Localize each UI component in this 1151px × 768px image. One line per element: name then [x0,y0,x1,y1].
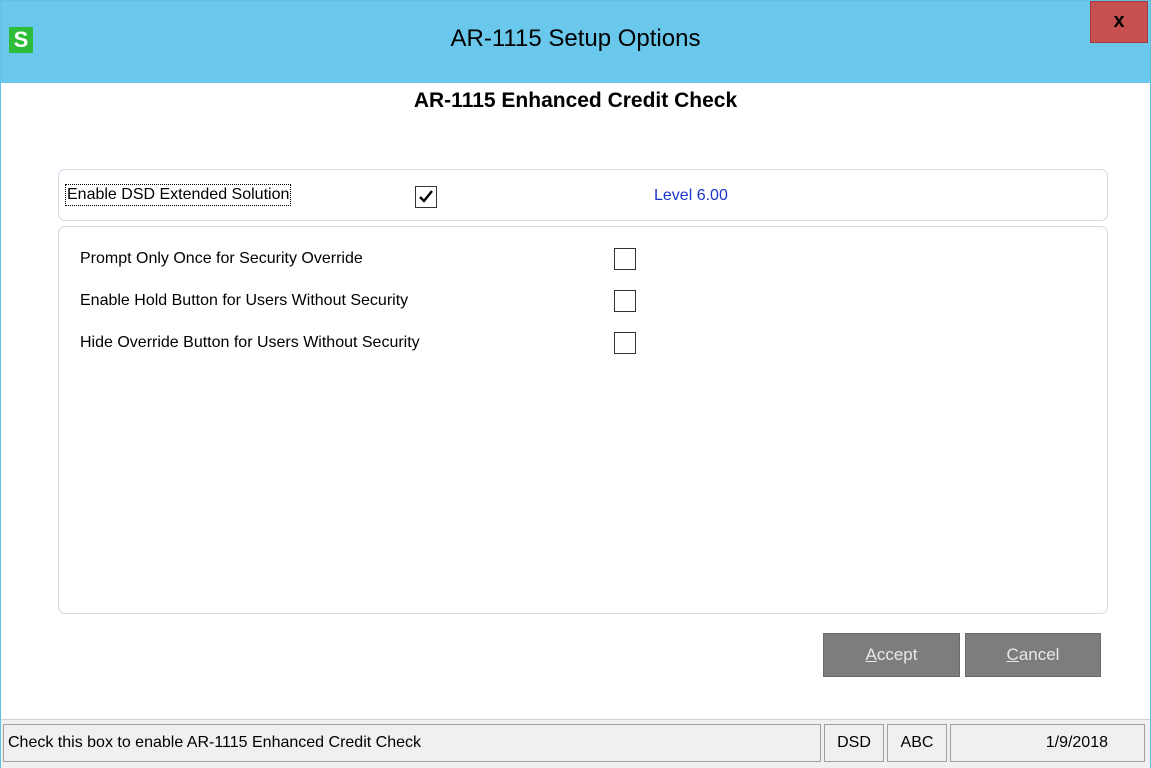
window-title: AR-1115 Setup Options [450,25,701,52]
options-group [58,226,1108,614]
enable-solution-checkbox[interactable] [415,186,437,208]
accept-button[interactable]: Accept [823,633,960,677]
cancel-mnemonic: C [1006,645,1019,664]
option-checkbox-hide-override[interactable] [614,332,636,354]
option-label-prompt-once: Prompt Only Once for Security Override [80,250,363,267]
status-user-code: ABC [887,724,947,762]
option-checkbox-enable-hold[interactable] [614,290,636,312]
option-checkbox-prompt-once[interactable] [614,248,636,270]
accept-label: ccept [876,645,918,664]
checkmark-icon [419,190,433,203]
status-company-code: DSD [824,724,884,762]
status-message: Check this box to enable AR-1115 Enhance… [3,724,821,762]
accept-mnemonic: A [865,645,877,664]
enable-solution-label[interactable]: Enable DSD Extended Solution [64,184,292,206]
option-label-hide-override: Hide Override Button for Users Without S… [80,334,420,351]
setup-options-window: S AR-1115 Setup Options x AR-1115 Enhanc… [0,0,1151,768]
cancel-button[interactable]: Cancel [965,633,1101,677]
dialog-heading: AR-1115 Enhanced Credit Check [413,89,738,112]
close-button[interactable]: x [1090,1,1148,43]
title-bar[interactable]: S AR-1115 Setup Options x [1,1,1150,83]
option-label-enable-hold: Enable Hold Button for Users Without Sec… [80,292,409,309]
cancel-label: ancel [1018,645,1060,664]
status-bar: Check this box to enable AR-1115 Enhance… [1,719,1150,768]
level-text: Level 6.00 [654,187,728,204]
status-date: 1/9/2018 [950,724,1145,762]
